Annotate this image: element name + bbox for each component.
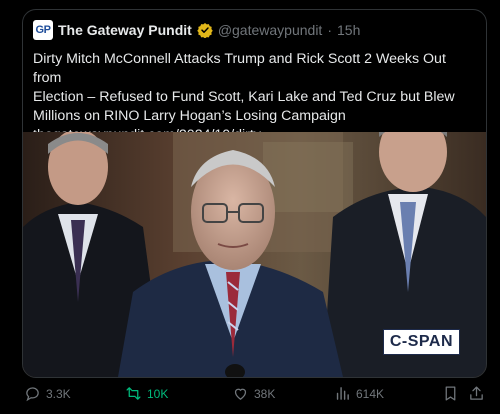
reply-button[interactable]: 3.3K <box>24 385 71 402</box>
views-count: 614K <box>356 386 385 401</box>
reply-count: 3.3K <box>46 386 71 401</box>
source-logo[interactable]: GP <box>33 20 53 40</box>
tweet-card[interactable]: GP The Gateway Pundit @gatewaypundit · 1… <box>22 9 487 378</box>
tweet-text-line: Millions on RINO Larry Hogan’s Losing Ca… <box>33 108 346 124</box>
source-handle[interactable]: @gatewaypundit <box>218 22 323 38</box>
tweet-text: Dirty Mitch McConnell Attacks Trump and … <box>33 50 478 145</box>
repost-count: 10K <box>147 386 169 401</box>
share-icon <box>470 386 483 400</box>
separator: · <box>327 22 332 38</box>
views-icon <box>336 387 349 400</box>
repost-button[interactable]: 10K <box>125 385 168 402</box>
reply-icon <box>26 387 39 402</box>
tweet-actions: 3.3K 10K 38K 614K <box>22 380 485 410</box>
cspan-watermark: C-SPAN <box>382 329 460 355</box>
tweet-media-image[interactable]: C-SPAN <box>23 132 486 377</box>
timestamp[interactable]: 15h <box>337 22 360 38</box>
share-button[interactable] <box>468 385 485 402</box>
bookmark-button[interactable] <box>442 385 459 402</box>
heart-icon <box>234 388 247 400</box>
like-count: 38K <box>254 386 276 401</box>
repost-icon <box>126 387 141 400</box>
views-button[interactable]: 614K <box>334 385 384 402</box>
tweet-text-line: Election – Refused to Fund Scott, Kari L… <box>33 89 455 105</box>
source-name[interactable]: The Gateway Pundit <box>58 22 192 38</box>
bookmark-icon <box>445 386 456 401</box>
tweet-header: GP The Gateway Pundit @gatewaypundit · 1… <box>33 20 360 40</box>
tweet-text-line: Dirty Mitch McConnell Attacks Trump and … <box>33 51 446 86</box>
like-button[interactable]: 38K <box>232 385 275 402</box>
verified-badge-icon <box>197 23 213 38</box>
